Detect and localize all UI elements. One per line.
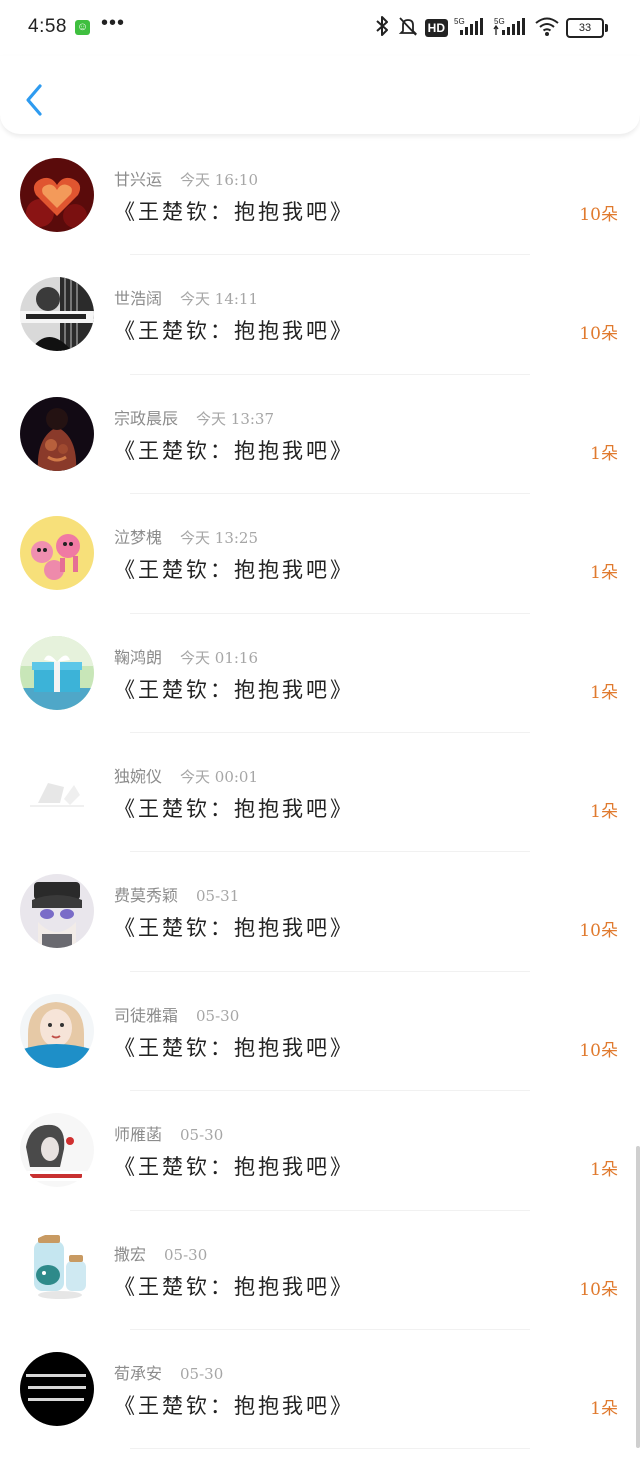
send-time: 今天 16:10: [180, 171, 259, 189]
send-time: 今天 14:11: [180, 290, 259, 309]
sender-info: 撒宏 05-30: [114, 1241, 207, 1265]
gift-name: 《王楚钦：抱抱我吧》: [114, 1035, 354, 1060]
avatar: [20, 1232, 94, 1307]
gift-count: 10朵: [579, 921, 618, 942]
send-time: 05-30: [196, 1006, 240, 1025]
gift-name: 《王楚钦：抱抱我吧》: [114, 916, 354, 941]
sender-info: 鞠鸿朗 今天 01:16: [114, 644, 258, 668]
sender-info: 师雁菡 05-30: [114, 1121, 223, 1145]
gift-name: 《王楚钦：抱抱我吧》: [114, 796, 354, 821]
chevron-left-icon: [26, 84, 42, 116]
bluetooth-icon: [373, 15, 391, 42]
list-item[interactable]: 费莫秀颖 05-31 《王楚钦：抱抱我吧》 10朵: [0, 852, 640, 973]
send-time: 今天 01:16: [180, 648, 259, 667]
list-item[interactable]: 甘兴运 今天 16:10 《王楚钦：抱抱我吧》 10朵: [0, 136, 640, 256]
list-item[interactable]: 独婉仪 今天 00:01 《王楚钦：抱抱我吧》 1朵: [0, 733, 640, 853]
battery-icon: 33: [566, 18, 608, 38]
gift-count: 1朵: [590, 1398, 618, 1419]
avatar: [20, 874, 94, 949]
signal-5g-icon: 5G: [454, 15, 486, 42]
status-icons: HD 5G 5G 33: [373, 14, 608, 42]
gift-name: 《王楚钦：抱抱我吧》: [114, 558, 354, 583]
avatar: [20, 1351, 94, 1426]
send-time: 05-30: [180, 1364, 224, 1383]
gift-name: 《王楚钦：抱抱我吧》: [114, 1393, 354, 1418]
signal-5g-icon-2: 5G: [492, 15, 528, 42]
send-time: 05-30: [164, 1245, 208, 1264]
more-notifications-icon: •••: [101, 12, 126, 34]
list-item[interactable]: 师雁菡 05-30 《王楚钦：抱抱我吧》 1朵: [0, 1091, 640, 1211]
sender-name: 独婉仪: [114, 766, 163, 786]
send-time: 今天 00:01: [180, 767, 259, 786]
gift-count: 1朵: [590, 443, 618, 464]
gift-count: 1朵: [590, 682, 618, 703]
gift-name: 《王楚钦：抱抱我吧》: [114, 438, 354, 463]
avatar: [20, 993, 94, 1068]
sender-name: 撒宏: [114, 1244, 147, 1264]
list-item[interactable]: 荀承安 05-30 《王楚钦：抱抱我吧》 1朵: [0, 1330, 640, 1450]
gift-name: 《王楚钦：抱抱我吧》: [114, 677, 354, 702]
send-time: 05-31: [196, 887, 240, 906]
sender-info: 泣梦槐 今天 13:25: [114, 524, 258, 548]
sender-name: 司徒雅霜: [114, 1005, 179, 1025]
avatar: [20, 158, 94, 232]
svg-text:5G: 5G: [454, 17, 465, 26]
list-item[interactable]: 宗政晨辰 今天 13:37 《王楚钦：抱抱我吧》 1朵: [0, 375, 640, 495]
svg-text:5G: 5G: [494, 17, 505, 26]
app-notification-icon: ☺: [75, 20, 90, 35]
gift-name: 《王楚钦：抱抱我吧》: [114, 1274, 354, 1299]
send-time: 今天 13:37: [196, 409, 275, 428]
sender-name: 鞠鸿朗: [114, 647, 163, 667]
gift-name: 《王楚钦：抱抱我吧》: [114, 319, 354, 344]
back-button[interactable]: [20, 80, 50, 120]
sender-info: 司徒雅霜 05-30: [114, 1002, 239, 1026]
list-item[interactable]: 司徒雅霜 05-30 《王楚钦：抱抱我吧》 10朵: [0, 972, 640, 1092]
hd-badge: HD: [424, 19, 448, 37]
scrollbar[interactable]: [636, 1146, 640, 1448]
gift-count: 10朵: [579, 1040, 618, 1061]
gift-name: 《王楚钦：抱抱我吧》: [114, 1155, 354, 1180]
sender-name: 世浩阔: [114, 289, 163, 309]
sender-name: 荀承安: [114, 1363, 163, 1383]
sender-info: 甘兴运 今天 16:10: [114, 166, 258, 190]
sender-name: 宗政晨辰: [114, 408, 179, 428]
sender-info: 世浩阔 今天 14:11: [114, 285, 258, 309]
status-bar: 4:58 ☺ ••• HD 5G 5G 33: [0, 0, 640, 56]
avatar: [20, 277, 94, 352]
list-item[interactable]: 撒宏 05-30 《王楚钦：抱抱我吧》 10朵: [0, 1211, 640, 1331]
avatar: [20, 754, 94, 829]
gift-name: 《王楚钦：抱抱我吧》: [114, 200, 354, 224]
gift-count: 10朵: [579, 1279, 618, 1300]
mute-icon: [397, 15, 419, 42]
list-item[interactable]: 世浩阔 今天 14:11 《王楚钦：抱抱我吧》 10朵: [0, 255, 640, 376]
avatar: [20, 635, 94, 710]
gift-count: 1朵: [590, 563, 618, 584]
gift-count: 10朵: [579, 205, 618, 225]
sender-name: 费莫秀颖: [114, 886, 179, 906]
gift-count: 1朵: [590, 801, 618, 822]
avatar: [20, 396, 94, 471]
sender-info: 宗政晨辰 今天 13:37: [114, 405, 274, 429]
wifi-icon: [534, 15, 560, 42]
sender-name: 师雁菡: [114, 1125, 163, 1145]
sender-info: 独婉仪 今天 00:01: [114, 763, 258, 787]
avatar: [20, 1113, 94, 1188]
nav-bar: [0, 56, 640, 135]
sender-info: 费莫秀颖 05-31: [114, 882, 239, 906]
sender-info: 荀承安 05-30: [114, 1360, 223, 1384]
send-time: 05-30: [180, 1126, 224, 1145]
status-time: 4:58: [28, 16, 67, 37]
gift-count: 10朵: [579, 324, 618, 345]
sender-name: 甘兴运: [114, 170, 163, 189]
gift-count: 1朵: [590, 1160, 618, 1181]
sender-name: 泣梦槐: [114, 528, 163, 548]
list-item[interactable]: 泣梦槐 今天 13:25 《王楚钦：抱抱我吧》 1朵: [0, 494, 640, 614]
gift-record-list: 甘兴运 今天 16:10 《王楚钦：抱抱我吧》 10朵 世浩阔 今天 14:11 《…: [0, 136, 640, 1450]
list-item[interactable]: 鞠鸿朗 今天 01:16 《王楚钦：抱抱我吧》 1朵: [0, 614, 640, 734]
avatar: [20, 516, 94, 591]
send-time: 今天 13:25: [180, 529, 259, 548]
